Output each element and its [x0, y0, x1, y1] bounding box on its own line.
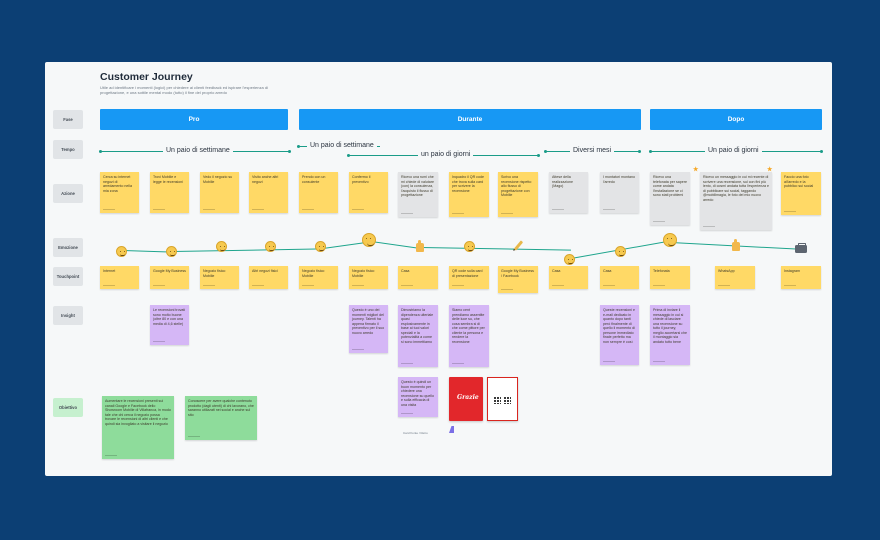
star-icon [767, 166, 772, 173]
touchpoint-note[interactable]: Casa [600, 266, 639, 289]
emotion-line [420, 247, 571, 251]
insight-note[interactable]: Le recensioni trovati sono molto buone (… [150, 305, 189, 345]
touchpoint-note[interactable]: Negozio fisico Mobilie [200, 266, 239, 289]
touchpoint-note[interactable]: Google My Business / Facebook [498, 266, 538, 293]
row-label-fase: Fase [53, 110, 83, 129]
objective-note[interactable]: Conoscere per avere qualche contenuto pr… [185, 396, 257, 440]
insight-note[interactable]: Queste recensioni e e-mail dedicato in q… [600, 305, 639, 365]
touchpoint-note[interactable]: Telefonata [650, 266, 690, 289]
action-note[interactable]: Ricevo una telefonata per sapere come an… [650, 172, 690, 225]
row-label-obiettivo: Obiettivo [53, 398, 83, 417]
qr-code-icon [503, 396, 511, 404]
timeline-dot [288, 150, 291, 153]
figma-mark-icon [449, 426, 454, 433]
qr-code-icon [493, 396, 501, 404]
touchpoint-note[interactable]: Altri negozi fisici [249, 266, 288, 289]
action-note[interactable]: Vedo il negozio su Mobilie [200, 172, 239, 213]
touchpoint-note[interactable]: Casa [549, 266, 588, 289]
action-note[interactable]: Ricevo un messaggio in cui mi recente di… [700, 172, 772, 230]
insight-note[interactable]: Prima di inviare il messaggio in cui si … [650, 305, 690, 365]
grinning-face-icon [265, 241, 276, 252]
action-note[interactable]: Prendo con un consulente [299, 172, 338, 213]
timeline-label-dopo: Un paio di giorni [705, 147, 762, 154]
action-note[interactable]: Attese della realizzazione (Mago) [549, 172, 588, 213]
smiling-face-icon [464, 241, 475, 252]
timeline-dot [649, 150, 652, 153]
action-note[interactable]: Trovi Mobilie e legge le recensioni [150, 172, 189, 213]
insight-note[interactable]: Siamo cent prendiamo assentite delle luc… [449, 305, 489, 367]
action-note[interactable]: Inquadro il QR code che trova sulla card… [449, 172, 489, 217]
smiling-face-icon [615, 246, 626, 257]
touchpoint-note[interactable]: WhatsApp [715, 266, 755, 289]
row-label-insight: Insight [53, 306, 83, 325]
timeline-dot [297, 145, 300, 148]
row-label-tempo: Tempo [53, 140, 83, 159]
touchpoint-note[interactable]: Negozio fisico Mobilie [349, 266, 388, 289]
thumbs-up-icon [732, 239, 740, 251]
timeline-dot [820, 150, 823, 153]
board-title: Customer Journey [100, 71, 193, 83]
row-label-azione: Azione [53, 184, 83, 203]
insight-note[interactable]: Questo è uno dei momenti migliori del jo… [349, 305, 388, 353]
action-note[interactable]: Cerca su internet negozi di arredamento … [100, 172, 139, 213]
emotion-line [370, 241, 421, 249]
insight-note[interactable]: Dimostriamo la dipendenza ulteriale quas… [398, 305, 438, 367]
touchpoint-note[interactable]: Casa [398, 266, 438, 289]
action-note[interactable]: Confermo il preventivo [349, 172, 388, 213]
timeline-label-pre: Un paio di settimane [163, 147, 233, 154]
action-note[interactable]: I montatori montano l'arredo [600, 172, 639, 213]
action-note[interactable]: Faccio una foto all'arredo e la pubblico… [781, 172, 821, 215]
thinking-face-icon [166, 246, 177, 257]
star-icon [693, 166, 698, 173]
neutral-face-icon [564, 254, 575, 265]
objective-note[interactable]: Aumentare le recensioni presenti sui can… [102, 396, 174, 459]
timeline-dot [347, 154, 350, 157]
row-label-emozione: Emozione [53, 238, 83, 257]
phase-durante[interactable]: Durante [299, 109, 641, 130]
timeline-dot [638, 150, 641, 153]
smiling-face-icon [315, 241, 326, 252]
action-note[interactable]: Ricevo una rumi che mi chiede di valutar… [398, 172, 438, 217]
smiling-face-icon [216, 241, 227, 252]
card-caption: Card fronte / Retro [403, 431, 428, 435]
timeline-dot [537, 154, 540, 157]
row-label-touchpoint: Touchpoint [53, 267, 83, 286]
timeline-label-durante-c: Diversi mesi [570, 147, 615, 154]
star-struck-face-icon [362, 233, 376, 247]
timeline-label-durante-a: Un paio di settimane [307, 142, 377, 149]
touchpoint-note[interactable]: Google My Business [150, 266, 189, 289]
touchpoint-note[interactable]: QR code sulla card di presentazione [449, 266, 489, 289]
action-note[interactable]: Visito anche altri negozi [249, 172, 288, 213]
card-text: Grazie [457, 394, 479, 401]
emotion-line [172, 248, 323, 252]
insight-note[interactable]: Questo è quindi un buon momento per chie… [398, 377, 438, 417]
timeline-dot [544, 150, 547, 153]
touchpoint-note[interactable]: Internet [100, 266, 139, 289]
confused-face-icon [116, 246, 127, 257]
star-struck-face-icon [663, 233, 677, 247]
phase-dopo[interactable]: Dopo [650, 109, 822, 130]
board-subtitle: Utile ad identificare i momenti (logici)… [100, 85, 268, 96]
camera-icon [795, 242, 807, 253]
card-front-image[interactable]: Grazie [449, 377, 483, 421]
card-back-image[interactable] [487, 377, 518, 421]
timeline-label-durante-b: un paio di giorni [418, 151, 474, 158]
thumbs-up-icon [416, 240, 424, 252]
action-note[interactable]: Scrivo una recensione rispetto allo flus… [498, 172, 538, 217]
journey-board: Customer Journey Utile ad identificare i… [45, 62, 832, 476]
phase-pre[interactable]: Pro [100, 109, 288, 130]
touchpoint-note[interactable]: Negozio fisico Mobilie [299, 266, 338, 289]
touchpoint-note[interactable]: Instagram [781, 266, 821, 289]
timeline-dot [99, 150, 102, 153]
